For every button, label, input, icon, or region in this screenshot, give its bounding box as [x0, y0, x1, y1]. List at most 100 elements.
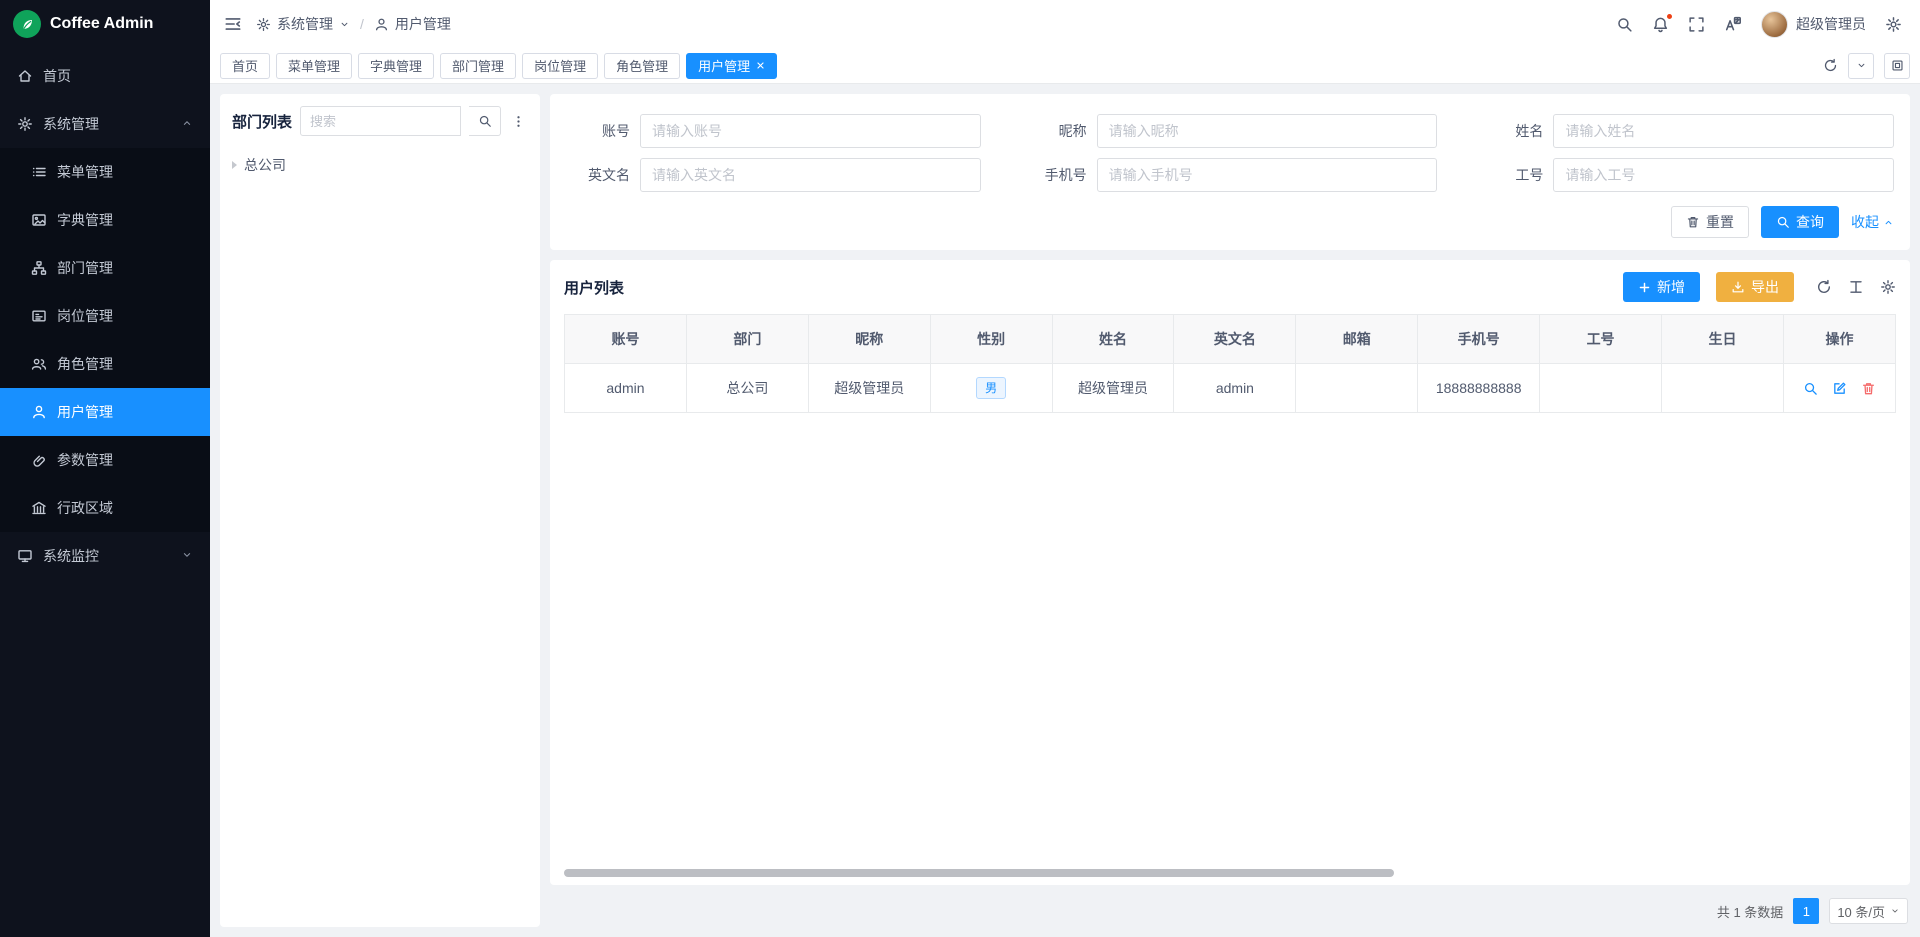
sidebar-item-user-mgmt[interactable]: 用户管理: [0, 388, 210, 436]
sidebar-item-label: 系统监控: [43, 546, 99, 566]
menu-fold-icon[interactable]: [224, 15, 242, 33]
sidebar-item-role-mgmt[interactable]: 角色管理: [0, 340, 210, 388]
cell-gender: 男: [930, 364, 1052, 413]
cell-actions: [1784, 364, 1896, 413]
collapse-toggle[interactable]: 收起: [1851, 212, 1894, 232]
cell-en-name: admin: [1174, 364, 1296, 413]
field-label: 昵称: [1023, 121, 1097, 141]
chevron-down-icon[interactable]: [339, 19, 350, 30]
pagination-total: 共 1 条数据: [1717, 902, 1783, 921]
delete-icon[interactable]: [1861, 381, 1876, 396]
list-icon: [31, 164, 47, 180]
tab-label: 首页: [232, 56, 258, 75]
coffee-logo-icon: [13, 10, 41, 38]
filter-field-en-name: 英文名: [566, 158, 981, 192]
sidebar-item-dept-mgmt[interactable]: 部门管理: [0, 244, 210, 292]
tab-label: 部门管理: [452, 56, 504, 75]
filter-card: 账号 昵称 姓名 英文名: [550, 94, 1910, 250]
right-column: 账号 昵称 姓名 英文名: [550, 94, 1910, 927]
export-button[interactable]: 导出: [1716, 272, 1794, 302]
nickname-input[interactable]: [1097, 114, 1438, 148]
view-icon[interactable]: [1803, 381, 1818, 396]
sidebar-item-system[interactable]: 系统管理: [0, 100, 210, 148]
caret-right-icon[interactable]: [232, 161, 237, 169]
export-button-label: 导出: [1751, 277, 1779, 297]
tab-menu-mgmt[interactable]: 菜单管理: [276, 53, 352, 79]
search-icon: [1776, 215, 1790, 229]
department-tree: 总公司: [232, 152, 528, 178]
user-menu[interactable]: 超级管理员: [1761, 11, 1866, 38]
settings-gear-icon[interactable]: [1885, 16, 1902, 33]
department-search-button[interactable]: [469, 106, 501, 136]
tab-role-mgmt[interactable]: 角色管理: [604, 53, 680, 79]
add-button[interactable]: 新增: [1623, 272, 1700, 302]
fullscreen-icon[interactable]: [1688, 16, 1705, 33]
refresh-icon[interactable]: [1823, 58, 1838, 73]
tab-post-mgmt[interactable]: 岗位管理: [522, 53, 598, 79]
sidebar-item-home[interactable]: 首页: [0, 52, 210, 100]
sidebar-item-dict-mgmt[interactable]: 字典管理: [0, 196, 210, 244]
tab-user-mgmt[interactable]: 用户管理: [686, 53, 777, 79]
column-header: 邮箱: [1296, 315, 1418, 364]
account-input[interactable]: [640, 114, 981, 148]
tree-node-root[interactable]: 总公司: [232, 152, 528, 178]
dictionary-icon: [31, 212, 47, 228]
department-search-input[interactable]: [300, 106, 461, 136]
layout-icon[interactable]: [1884, 53, 1910, 79]
en-name-input[interactable]: [640, 158, 981, 192]
filter-field-phone: 手机号: [1023, 158, 1438, 192]
app-root: Coffee Admin 首页 系统管理 菜单管理 字典管理: [0, 0, 1920, 937]
close-icon[interactable]: [756, 61, 765, 70]
content-area: 部门列表 总公司: [210, 84, 1920, 937]
page-number-button[interactable]: 1: [1793, 898, 1819, 924]
chevron-down-icon: [181, 548, 193, 564]
notification-dot: [1666, 13, 1673, 20]
chevron-down-icon[interactable]: [1848, 53, 1874, 79]
top-header: 系统管理 / 用户管理: [210, 0, 1920, 48]
sidebar-item-menu-mgmt[interactable]: 菜单管理: [0, 148, 210, 196]
app-title: Coffee Admin: [50, 15, 153, 33]
clear-icon: [1686, 215, 1700, 229]
sidebar-submenu: 菜单管理 字典管理 部门管理 岗位管理 角色管理: [0, 148, 210, 532]
tab-dept-mgmt[interactable]: 部门管理: [440, 53, 516, 79]
search-button[interactable]: 查询: [1761, 206, 1839, 238]
sidebar-item-monitor[interactable]: 系统监控: [0, 532, 210, 580]
sidebar-item-label: 首页: [43, 66, 71, 86]
work-id-input[interactable]: [1553, 158, 1894, 192]
sidebar-item-region-mgmt[interactable]: 行政区域: [0, 484, 210, 532]
page-size-select[interactable]: 10 条/页: [1829, 898, 1908, 924]
tab-home[interactable]: 首页: [220, 53, 270, 79]
column-header: 账号: [565, 315, 687, 364]
column-width-icon[interactable]: [1848, 279, 1864, 295]
more-vertical-icon[interactable]: [509, 112, 528, 131]
pagination: 共 1 条数据 1 10 条/页: [550, 895, 1910, 927]
column-header: 手机号: [1418, 315, 1540, 364]
user-table: 账号 部门 昵称 性别 姓名 英文名 邮箱 手机号 工号 生日: [550, 314, 1910, 885]
user-icon: [31, 404, 47, 420]
horizontal-scrollbar[interactable]: [564, 869, 1394, 877]
cell-birthday: [1662, 364, 1784, 413]
table-settings-gear-icon[interactable]: [1880, 279, 1896, 295]
translate-icon[interactable]: [1724, 15, 1742, 33]
sidebar-item-post-mgmt[interactable]: 岗位管理: [0, 292, 210, 340]
breadcrumb-separator: /: [360, 16, 364, 32]
sidebar-item-label: 用户管理: [57, 402, 113, 422]
edit-icon[interactable]: [1832, 381, 1847, 396]
tab-bar: 首页 菜单管理 字典管理 部门管理 岗位管理 角色管理 用户管理: [210, 48, 1920, 84]
name-input[interactable]: [1553, 114, 1894, 148]
refresh-icon[interactable]: [1816, 279, 1832, 295]
search-icon[interactable]: [1616, 16, 1633, 33]
tab-dict-mgmt[interactable]: 字典管理: [358, 53, 434, 79]
phone-input[interactable]: [1097, 158, 1438, 192]
field-label: 手机号: [1023, 165, 1097, 185]
id-card-icon: [31, 308, 47, 324]
sidebar-item-param-mgmt[interactable]: 参数管理: [0, 436, 210, 484]
gear-icon: [256, 17, 271, 32]
reset-button[interactable]: 重置: [1671, 206, 1749, 238]
breadcrumb-item[interactable]: 系统管理: [277, 14, 333, 34]
field-label: 姓名: [1479, 121, 1553, 141]
field-label: 账号: [566, 121, 640, 141]
bell-icon[interactable]: [1652, 16, 1669, 33]
org-tree-icon: [31, 260, 47, 276]
cell-nickname: 超级管理员: [808, 364, 930, 413]
